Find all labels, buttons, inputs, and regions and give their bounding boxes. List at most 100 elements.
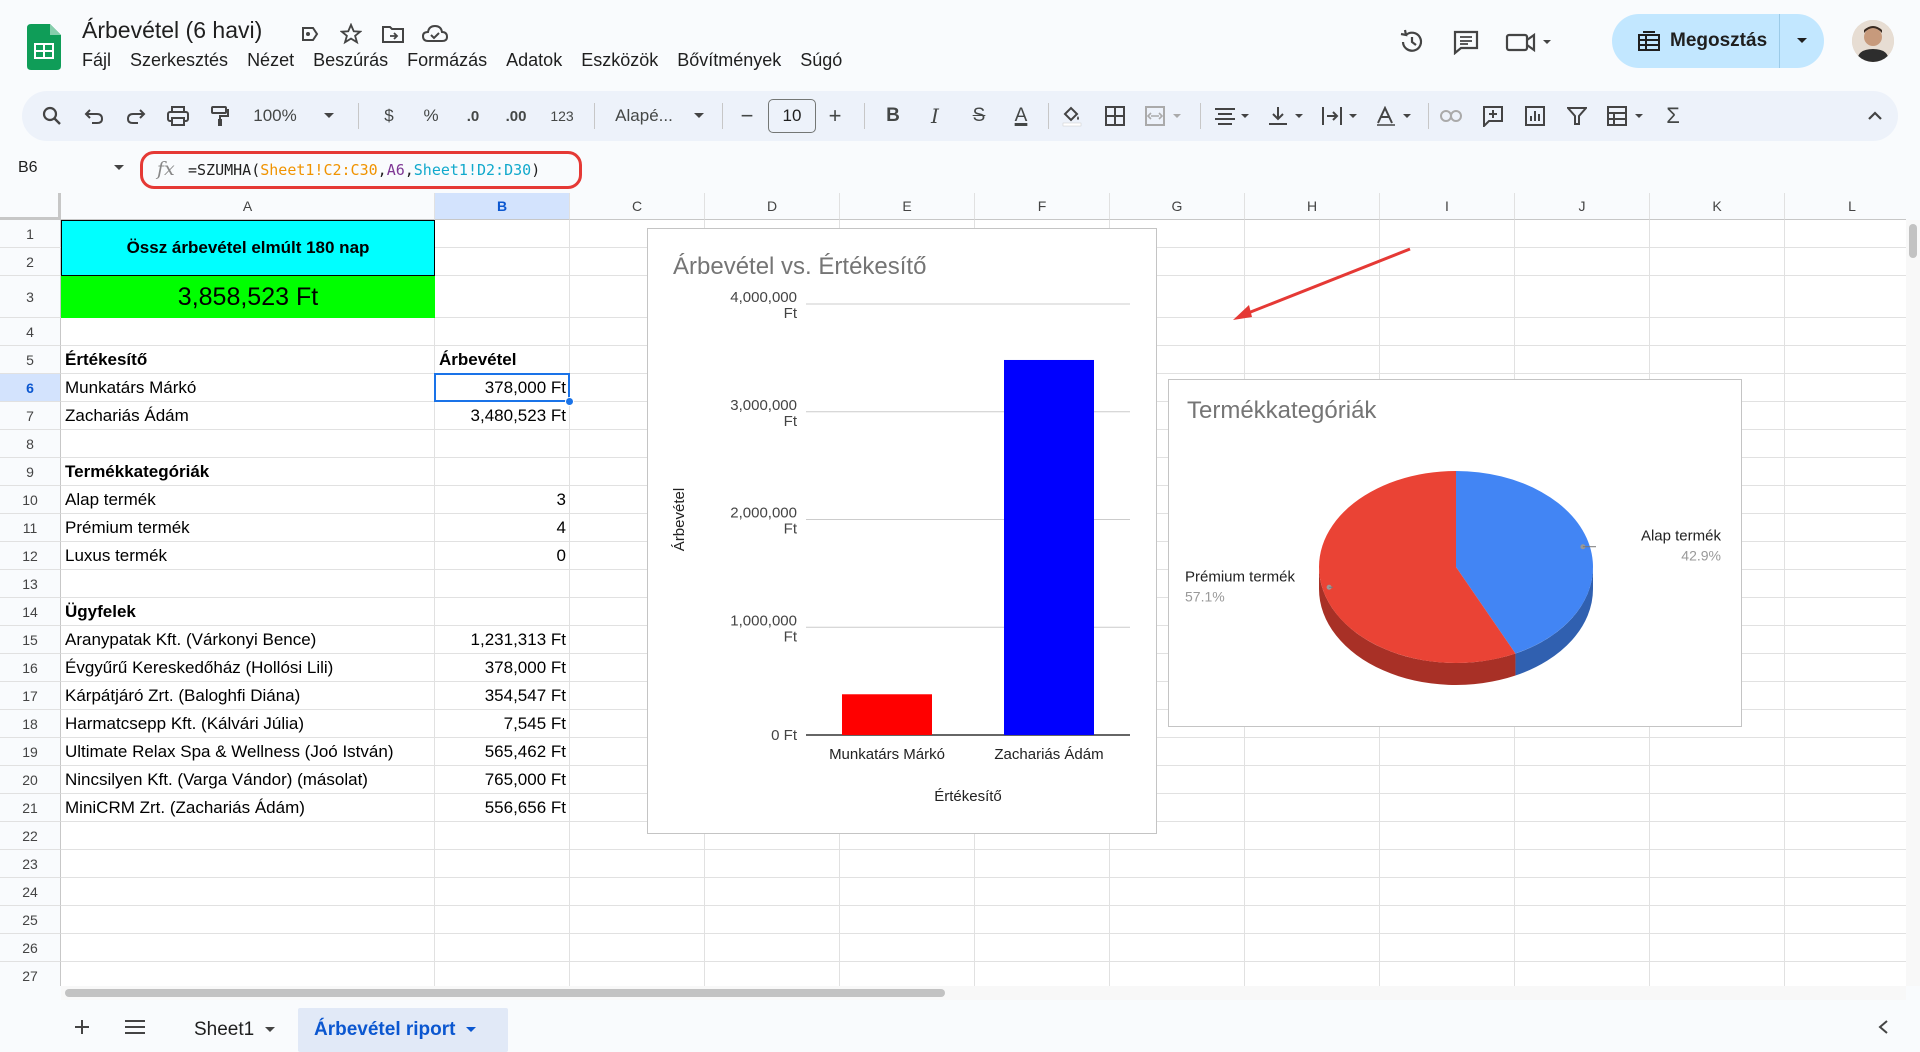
meet-video-icon[interactable] bbox=[1493, 22, 1565, 62]
row-header-17[interactable]: 17 bbox=[0, 682, 61, 710]
column-header-a[interactable]: A bbox=[61, 193, 435, 220]
column-header-j[interactable]: J bbox=[1515, 193, 1650, 220]
client-name-cell[interactable]: Ultimate Relax Spa & Wellness (Joó Istvá… bbox=[61, 738, 435, 766]
row-header-12[interactable]: 12 bbox=[0, 542, 61, 570]
insert-chart-icon[interactable] bbox=[1518, 91, 1552, 141]
add-sheet-icon[interactable] bbox=[67, 1012, 97, 1042]
row-header-2[interactable]: 2 bbox=[0, 248, 61, 276]
explore-panel-icon[interactable] bbox=[1868, 1012, 1898, 1042]
client-name-cell[interactable]: MiniCRM Zrt. (Zachariás Ádám) bbox=[61, 794, 435, 822]
client-name-cell[interactable]: Aranypatak Kft. (Várkonyi Bence) bbox=[61, 626, 435, 654]
print-icon[interactable] bbox=[162, 91, 194, 141]
column-header-d[interactable]: D bbox=[705, 193, 840, 220]
column-header-h[interactable]: H bbox=[1245, 193, 1380, 220]
column-header-c[interactable]: C bbox=[570, 193, 705, 220]
row-header-19[interactable]: 19 bbox=[0, 738, 61, 766]
sheet-tab-dropdown-icon[interactable] bbox=[465, 1026, 477, 1034]
client-revenue-cell[interactable]: 556,656 Ft bbox=[435, 794, 570, 822]
zoom-select[interactable]: 100% bbox=[250, 91, 300, 141]
total-revenue-cell[interactable]: 3,858,523 Ft bbox=[61, 276, 435, 318]
category-name-cell[interactable]: Prémium termék bbox=[61, 514, 435, 542]
menu-help[interactable]: Súgó bbox=[800, 50, 853, 71]
bar-0[interactable] bbox=[842, 694, 932, 735]
redo-icon[interactable] bbox=[120, 91, 152, 141]
insert-link-icon[interactable] bbox=[1434, 91, 1468, 141]
share-dropdown-icon[interactable] bbox=[1780, 37, 1824, 45]
bar-1[interactable] bbox=[1004, 359, 1094, 735]
all-sheets-icon[interactable] bbox=[120, 1012, 150, 1042]
text-color-button[interactable]: A bbox=[1006, 91, 1036, 141]
pie-chart[interactable]: Termékkategóriák Alap termék 42.9% Prémium … bbox=[1168, 379, 1742, 727]
row-header-10[interactable]: 10 bbox=[0, 486, 61, 514]
row-header-18[interactable]: 18 bbox=[0, 710, 61, 738]
column-header-b[interactable]: B bbox=[435, 193, 570, 220]
salesperson-revenue-cell[interactable]: 3,480,523 Ft bbox=[435, 402, 570, 430]
bar-chart[interactable]: Árbevétel vs. Értékesítő 0 Ft 1,000,000 Ft 2… bbox=[647, 228, 1157, 834]
share-button[interactable]: Megosztás bbox=[1612, 14, 1824, 68]
row-header-20[interactable]: 20 bbox=[0, 766, 61, 794]
client-revenue-cell[interactable]: 378,000 Ft bbox=[435, 654, 570, 682]
row-header-7[interactable]: 7 bbox=[0, 402, 61, 430]
row-header-13[interactable]: 13 bbox=[0, 570, 61, 598]
column-header-e[interactable]: E bbox=[840, 193, 975, 220]
filter-views-icon[interactable] bbox=[1602, 91, 1652, 141]
horizontal-align-icon[interactable] bbox=[1208, 91, 1258, 141]
strikethrough-button[interactable]: S bbox=[964, 91, 994, 141]
percent-format-button[interactable]: % bbox=[416, 91, 446, 141]
client-name-cell[interactable]: Évgyűrű Kereskedőház (Hollósi Lili) bbox=[61, 654, 435, 682]
sheet-tab-arbevetel-riport[interactable]: Árbevétel riport bbox=[298, 1008, 508, 1052]
header-title-cell[interactable]: Össz árbevétel elmúlt 180 nap bbox=[61, 220, 435, 276]
sheet-tab-sheet1[interactable]: Sheet1 bbox=[178, 1008, 292, 1052]
row-header-15[interactable]: 15 bbox=[0, 626, 61, 654]
row-header-9[interactable]: 9 bbox=[0, 458, 61, 486]
column-header-k[interactable]: K bbox=[1650, 193, 1785, 220]
font-size-decrease-button[interactable]: − bbox=[734, 91, 760, 141]
category-count-cell[interactable]: 0 bbox=[435, 542, 570, 570]
menu-insert[interactable]: Beszúrás bbox=[313, 50, 399, 71]
row-header-26[interactable]: 26 bbox=[0, 934, 61, 962]
clients-header-cell[interactable]: Ügyfelek bbox=[61, 598, 435, 626]
row-header-5[interactable]: 5 bbox=[0, 346, 61, 374]
select-all-corner[interactable] bbox=[0, 193, 61, 220]
zoom-dropdown-icon[interactable] bbox=[322, 91, 336, 141]
formula-input[interactable]: =SZUMHA(Sheet1!C2:C30,A6,Sheet1!D2:D30) bbox=[188, 161, 540, 179]
category-count-cell[interactable]: 3 bbox=[435, 486, 570, 514]
star-icon[interactable] bbox=[337, 20, 365, 48]
fill-handle[interactable] bbox=[565, 397, 574, 406]
column-header-i[interactable]: I bbox=[1380, 193, 1515, 220]
undo-icon[interactable] bbox=[78, 91, 110, 141]
sheets-logo-icon[interactable] bbox=[27, 24, 61, 70]
column-header-f[interactable]: F bbox=[975, 193, 1110, 220]
client-name-cell[interactable]: Kárpátjáró Zrt. (Baloghfi Diána) bbox=[61, 682, 435, 710]
insert-comment-icon[interactable] bbox=[1476, 91, 1510, 141]
client-revenue-cell[interactable]: 565,462 Ft bbox=[435, 738, 570, 766]
vertical-scrollbar[interactable] bbox=[1906, 220, 1920, 986]
comments-icon[interactable] bbox=[1439, 22, 1493, 62]
font-size-increase-button[interactable]: + bbox=[822, 91, 848, 141]
client-revenue-cell[interactable]: 7,545 Ft bbox=[435, 710, 570, 738]
italic-button[interactable]: I bbox=[920, 91, 950, 141]
client-name-cell[interactable]: Nincsilyen Kft. (Varga Vándor) (másolat) bbox=[61, 766, 435, 794]
row-header-3[interactable]: 3 bbox=[0, 276, 61, 318]
currency-format-button[interactable]: $ bbox=[374, 91, 404, 141]
menu-format[interactable]: Formázás bbox=[407, 50, 498, 71]
paint-format-icon[interactable] bbox=[204, 91, 236, 141]
category-count-cell[interactable]: 4 bbox=[435, 514, 570, 542]
document-title[interactable]: Árbevétel (6 havi) bbox=[82, 17, 262, 44]
font-select[interactable]: Alapé... bbox=[602, 91, 686, 141]
borders-icon[interactable] bbox=[1098, 91, 1132, 141]
row-header-14[interactable]: 14 bbox=[0, 598, 61, 626]
font-size-input[interactable]: 10 bbox=[768, 99, 816, 133]
client-revenue-cell[interactable]: 765,000 Ft bbox=[435, 766, 570, 794]
sheet-tab-dropdown-icon[interactable] bbox=[264, 1026, 276, 1034]
row-header-22[interactable]: 22 bbox=[0, 822, 61, 850]
menu-tools[interactable]: Eszközök bbox=[581, 50, 669, 71]
row-header-16[interactable]: 16 bbox=[0, 654, 61, 682]
row-header-8[interactable]: 8 bbox=[0, 430, 61, 458]
collapse-toolbar-icon[interactable] bbox=[1860, 91, 1890, 141]
column-header-g[interactable]: G bbox=[1110, 193, 1245, 220]
categories-header-cell[interactable]: Termékkategóriák bbox=[61, 458, 435, 486]
column-header-l[interactable]: L bbox=[1785, 193, 1906, 220]
bold-button[interactable]: B bbox=[878, 91, 908, 141]
row-header-21[interactable]: 21 bbox=[0, 794, 61, 822]
